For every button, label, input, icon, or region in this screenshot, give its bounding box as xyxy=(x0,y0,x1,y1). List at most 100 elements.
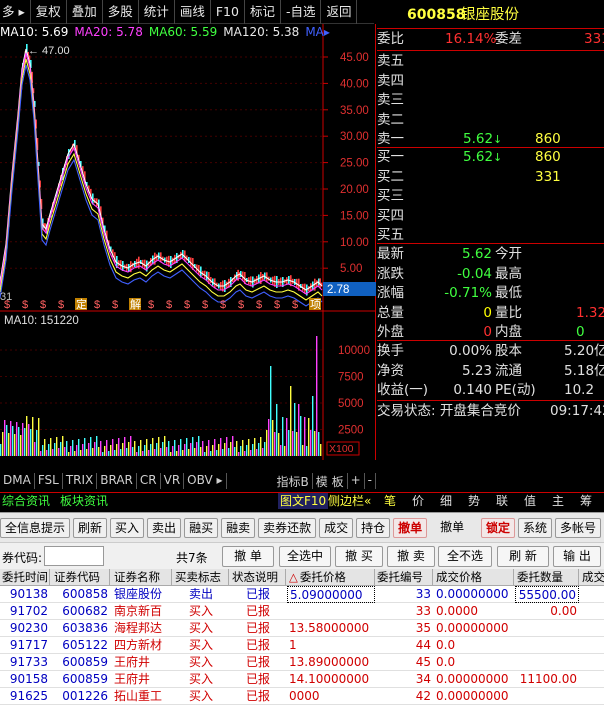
indicator-right-0[interactable]: 指标B xyxy=(274,473,313,489)
query-button-2[interactable]: 撤 买 xyxy=(335,546,383,567)
action-button-5[interactable]: 融卖 xyxy=(221,517,256,538)
column-header-6[interactable]: 委托编号 xyxy=(375,569,433,586)
quote-tab-3[interactable]: 势 xyxy=(468,493,480,509)
column-header-9[interactable]: 成交数 xyxy=(580,569,604,586)
action-button-2[interactable]: 买入 xyxy=(110,517,145,538)
event-mark[interactable]: $ xyxy=(274,299,280,311)
buy-level-1[interactable]: 买一 5.62 ↓ 860 xyxy=(377,148,604,167)
event-mark[interactable]: $ xyxy=(238,299,244,311)
action-button-4[interactable]: 融买 xyxy=(184,517,219,538)
query-button-5[interactable]: 刷 新 xyxy=(497,546,549,567)
info-tab-0[interactable]: 综合资讯 xyxy=(2,493,50,509)
indicator-tab-vr[interactable]: VR xyxy=(161,473,185,489)
indicator-right-2[interactable]: + xyxy=(348,473,365,489)
event-mark[interactable]: $ xyxy=(148,299,154,311)
quote-tab-1[interactable]: 价 xyxy=(412,493,424,509)
column-header-3[interactable]: 买卖标志 xyxy=(173,569,229,586)
event-mark[interactable]: $ xyxy=(112,299,118,311)
indicator-tab-trix[interactable]: TRIX xyxy=(63,473,98,489)
sell-level-2[interactable]: 卖四 xyxy=(377,72,604,91)
sell-level-1[interactable]: 卖五 xyxy=(377,52,604,71)
code-input[interactable] xyxy=(44,546,104,566)
toolbar-button-1[interactable]: 复权 xyxy=(31,0,67,24)
event-mark[interactable]: $ xyxy=(256,299,262,311)
sell-level-4[interactable]: 卖二 xyxy=(377,111,604,130)
f10-tab[interactable]: 图文F10 xyxy=(278,493,329,509)
event-mark[interactable]: $ xyxy=(4,299,10,311)
column-header-8[interactable]: 委托数量 xyxy=(515,569,579,586)
right-button-0[interactable]: 锁定 xyxy=(480,517,515,538)
order-row[interactable]: 91702 600682 南京新百 买入 已报 33 0.0000 0.00 xyxy=(0,603,604,620)
column-header-2[interactable]: 证券名称 xyxy=(112,569,172,586)
action-button-0[interactable]: 全信息提示 xyxy=(0,517,71,538)
toolbar-button-6[interactable]: F10 xyxy=(211,0,245,24)
right-button-2[interactable]: 多帐号 xyxy=(554,517,601,538)
event-mark[interactable]: $ xyxy=(94,299,100,311)
query-button-0[interactable]: 撤 单 xyxy=(222,546,274,567)
event-mark[interactable]: $ xyxy=(40,299,46,311)
event-mark[interactable]: $ xyxy=(220,299,226,311)
query-button-1[interactable]: 全选中 xyxy=(279,546,331,567)
action-button-3[interactable]: 卖出 xyxy=(147,517,182,538)
column-header-4[interactable]: 状态说明 xyxy=(230,569,286,586)
kline-chart[interactable]: 45.00 40.00 35.00 30.00 25.00 20.00 15.00 10.00… xyxy=(0,24,376,474)
action-button-7[interactable]: 成交 xyxy=(319,517,354,538)
action-button-6[interactable]: 卖券还款 xyxy=(258,517,317,538)
event-mark[interactable]: $ xyxy=(292,299,298,311)
query-button-3[interactable]: 撤 卖 xyxy=(387,546,435,567)
kline-chart-panel[interactable]: 45.00 40.00 35.00 30.00 25.00 20.00 15.00 10.00… xyxy=(0,24,376,474)
toolbar-button-7[interactable]: 标记 xyxy=(245,0,281,24)
indicator-tab-dma[interactable]: DMA xyxy=(0,473,35,489)
buy-level-4[interactable]: 买四 xyxy=(377,207,604,226)
order-row[interactable]: 90138 600858 银座股份 卖出 已报 5.09000000 33 0.0000000… xyxy=(0,586,604,603)
action-button-8[interactable]: 持仓 xyxy=(356,517,391,538)
sell-level-3[interactable]: 卖三 xyxy=(377,91,604,110)
order-row[interactable]: 90158 600859 王府井 买入 已报 14.10000000 34 0.0000000… xyxy=(0,671,604,688)
order-row[interactable]: 90230 603836 海程邦达 买入 已报 13.58000000 35 0.000000… xyxy=(0,620,604,637)
indicator-tab-brar[interactable]: BRAR xyxy=(97,473,137,489)
event-mark[interactable]: 项 xyxy=(310,298,321,311)
toolbar-button-3[interactable]: 多股 xyxy=(103,0,139,24)
order-row[interactable]: 91717 605122 四方新材 买入 已报 1 44 0.0 xyxy=(0,637,604,654)
column-header-0[interactable]: 委托时间 xyxy=(0,569,50,586)
quote-tab-5[interactable]: 值 xyxy=(524,493,536,509)
buy-level-2[interactable]: 买二 331 xyxy=(377,168,604,187)
query-button-4[interactable]: 全不选 xyxy=(438,546,492,567)
indicator-right-3[interactable]: - xyxy=(365,473,376,489)
event-mark[interactable]: $ xyxy=(202,299,208,311)
event-mark[interactable]: 解 xyxy=(130,297,141,311)
event-mark[interactable]: $ xyxy=(58,299,64,311)
toolbar-button-9[interactable]: 返回 xyxy=(321,0,358,24)
column-header-7[interactable]: 成交价格 xyxy=(434,569,514,586)
column-header-1[interactable]: 证券代码 xyxy=(52,569,110,586)
right-button-1[interactable]: 系统 xyxy=(517,517,552,538)
indicator-tab-fsl[interactable]: FSL xyxy=(35,473,63,489)
column-header-5[interactable]: △ 委托价格 xyxy=(287,569,375,586)
volume-bar xyxy=(16,422,18,456)
quote-tab-4[interactable]: 联 xyxy=(496,493,508,509)
event-mark[interactable]: $ xyxy=(184,299,190,311)
action-button-1[interactable]: 刷新 xyxy=(73,517,108,538)
quote-tab-2[interactable]: 细 xyxy=(440,493,452,509)
buy-level-3[interactable]: 买三 xyxy=(377,187,604,206)
cancel-order-tab[interactable]: 撤单 xyxy=(393,517,428,538)
toolbar-button-2[interactable]: 叠加 xyxy=(67,0,103,24)
indicator-right-1[interactable]: 模 板 xyxy=(313,473,348,489)
toolbar-button-4[interactable]: 统计 xyxy=(139,0,175,24)
sidebar-toggle[interactable]: 侧边栏« xyxy=(328,493,371,509)
quote-tab-6[interactable]: 主 xyxy=(552,493,564,509)
indicator-tab-obv[interactable]: OBV ▸ xyxy=(184,473,227,489)
event-mark[interactable]: $ xyxy=(166,299,172,311)
event-mark[interactable]: 定 xyxy=(76,297,87,311)
order-row[interactable]: 91733 600859 王府井 买入 已报 13.89000000 45 0.0 xyxy=(0,654,604,671)
event-mark[interactable]: $ xyxy=(22,299,28,311)
quote-tab-7[interactable]: 筹 xyxy=(580,493,592,509)
toolbar-button-5[interactable]: 画线 xyxy=(175,0,211,24)
order-row[interactable]: 91625 001226 拓山重工 买入 已报 0000 42 0.00000000 xyxy=(0,688,604,705)
indicator-tab-cr[interactable]: CR xyxy=(137,473,161,489)
quote-tab-0[interactable]: 笔 xyxy=(384,493,396,509)
info-tab-1[interactable]: 板块资讯 xyxy=(60,493,108,509)
toolbar-button-0[interactable]: 多 ▸ xyxy=(0,0,31,24)
toolbar-button-8[interactable]: -自选 xyxy=(281,0,322,24)
query-button-6[interactable]: 输 出 xyxy=(553,546,601,567)
